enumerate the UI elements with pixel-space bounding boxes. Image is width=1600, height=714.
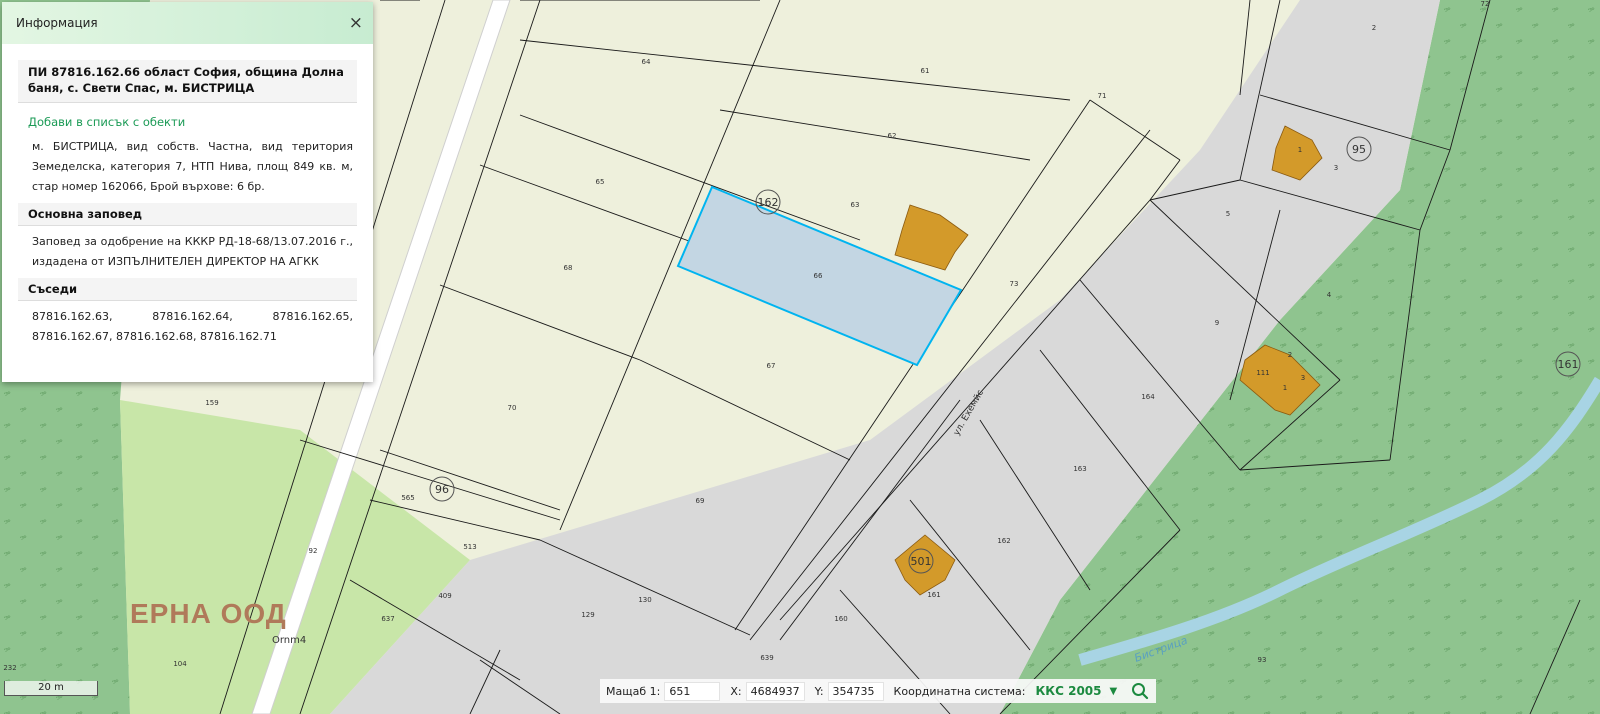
parcel-label: 69 — [696, 497, 705, 505]
close-button[interactable]: × — [349, 14, 363, 32]
scale-value[interactable]: 651 — [664, 681, 721, 701]
parcel-label: 3 — [1334, 164, 1338, 172]
parcel-label: 163 — [1073, 465, 1086, 473]
parcel-label: 162 — [997, 537, 1010, 545]
parcel-label: 565 — [401, 494, 414, 502]
parcel-label: 130 — [638, 596, 651, 604]
parcel-label: 637 — [381, 615, 394, 623]
scale-label: Мащаб 1: — [606, 684, 661, 698]
coord-system-label: Координатна система: — [893, 684, 1026, 698]
parcel-label: 2 — [1372, 24, 1376, 32]
parcel-label: 2 — [1288, 351, 1292, 359]
parcel-label: 92 — [309, 547, 318, 555]
parcel-label: 129 — [581, 611, 594, 619]
parcel-label: 4 — [1327, 291, 1332, 299]
parcel-label: 1 — [1298, 146, 1302, 154]
parcel-label: 71 — [1098, 92, 1107, 100]
parcel-label: 160 — [834, 615, 847, 623]
parcel-label: 61 — [921, 67, 930, 75]
parcel-label: 3 — [1301, 374, 1305, 382]
parcel-label: 66 — [814, 272, 823, 280]
block-label: 501 — [911, 555, 932, 568]
info-panel-title: Информация — [16, 16, 98, 30]
parcel-label: 73 — [1010, 280, 1019, 288]
parcel-label: 72 — [1481, 0, 1490, 8]
parcel-label: 5 — [1226, 210, 1230, 218]
parcel-label: 68 — [564, 264, 573, 272]
parcel-label: 1 — [1283, 384, 1287, 392]
parcel-label: 164 — [1141, 393, 1155, 401]
parcel-label: 513 — [463, 543, 476, 551]
block-label: 161 — [1558, 358, 1579, 371]
order-heading: Основна заповед — [18, 203, 357, 226]
y-value: 354735 — [827, 681, 884, 701]
parcel-label: 64 — [642, 58, 651, 66]
parcel-label: 9 — [1215, 319, 1219, 327]
parcel-label: 161 — [927, 591, 940, 599]
parcel-label: 65 — [596, 178, 605, 186]
neighbors-text: 87816.162.63, 87816.162.64, 87816.162.65… — [32, 310, 353, 343]
parcel-label: 70 — [508, 404, 517, 412]
parcel-description: м. БИСТРИЦА, вид собств. Частна, вид тер… — [32, 140, 353, 193]
block-label: 95 — [1352, 143, 1366, 156]
parcel-heading: ПИ 87816.162.66 област София, община Дол… — [18, 60, 357, 103]
coord-system-select[interactable]: ККС 2005 — [1036, 684, 1102, 698]
neighbors-heading: Съседи — [18, 278, 357, 301]
block-label: 96 — [435, 483, 449, 496]
x-label: X: — [730, 684, 742, 698]
parcel-label: 232 — [3, 664, 16, 672]
tree-label: Ornm4 — [272, 635, 307, 646]
y-label: Y: — [814, 684, 824, 698]
search-icon[interactable] — [1131, 682, 1149, 700]
parcel-label: 104 — [173, 660, 187, 668]
chevron-down-icon[interactable]: ▼ — [1110, 686, 1118, 697]
company-watermark: ЕРНА ООД — [130, 598, 287, 629]
add-to-list-link[interactable]: Добави в списък с обекти — [28, 115, 357, 129]
parcel-label: 62 — [888, 132, 897, 140]
order-text: Заповед за одобрение на КККР РД-18-68/13… — [32, 235, 353, 268]
scale-bar: 20 m — [4, 681, 98, 696]
parcel-label: 67 — [767, 362, 776, 370]
parcel-label: 639 — [760, 654, 773, 662]
x-value: 4684937 — [745, 681, 805, 701]
parcel-label: 111 — [1256, 369, 1269, 377]
parcel-label: 63 — [851, 201, 860, 209]
parcel-label: 93 — [1258, 656, 1267, 664]
status-bar: Мащаб 1: 651 X: 4684937 Y: 354735 Коорди… — [600, 679, 1156, 703]
parcel-label: 159 — [205, 399, 218, 407]
info-panel-body: ПИ 87816.162.66 област София, община Дол… — [2, 60, 373, 347]
info-panel: Информация × ПИ 87816.162.66 област Софи… — [2, 2, 373, 382]
parcel-label: 409 — [438, 592, 451, 600]
info-panel-header: Информация × — [2, 2, 373, 44]
block-label: 162 — [758, 196, 779, 209]
